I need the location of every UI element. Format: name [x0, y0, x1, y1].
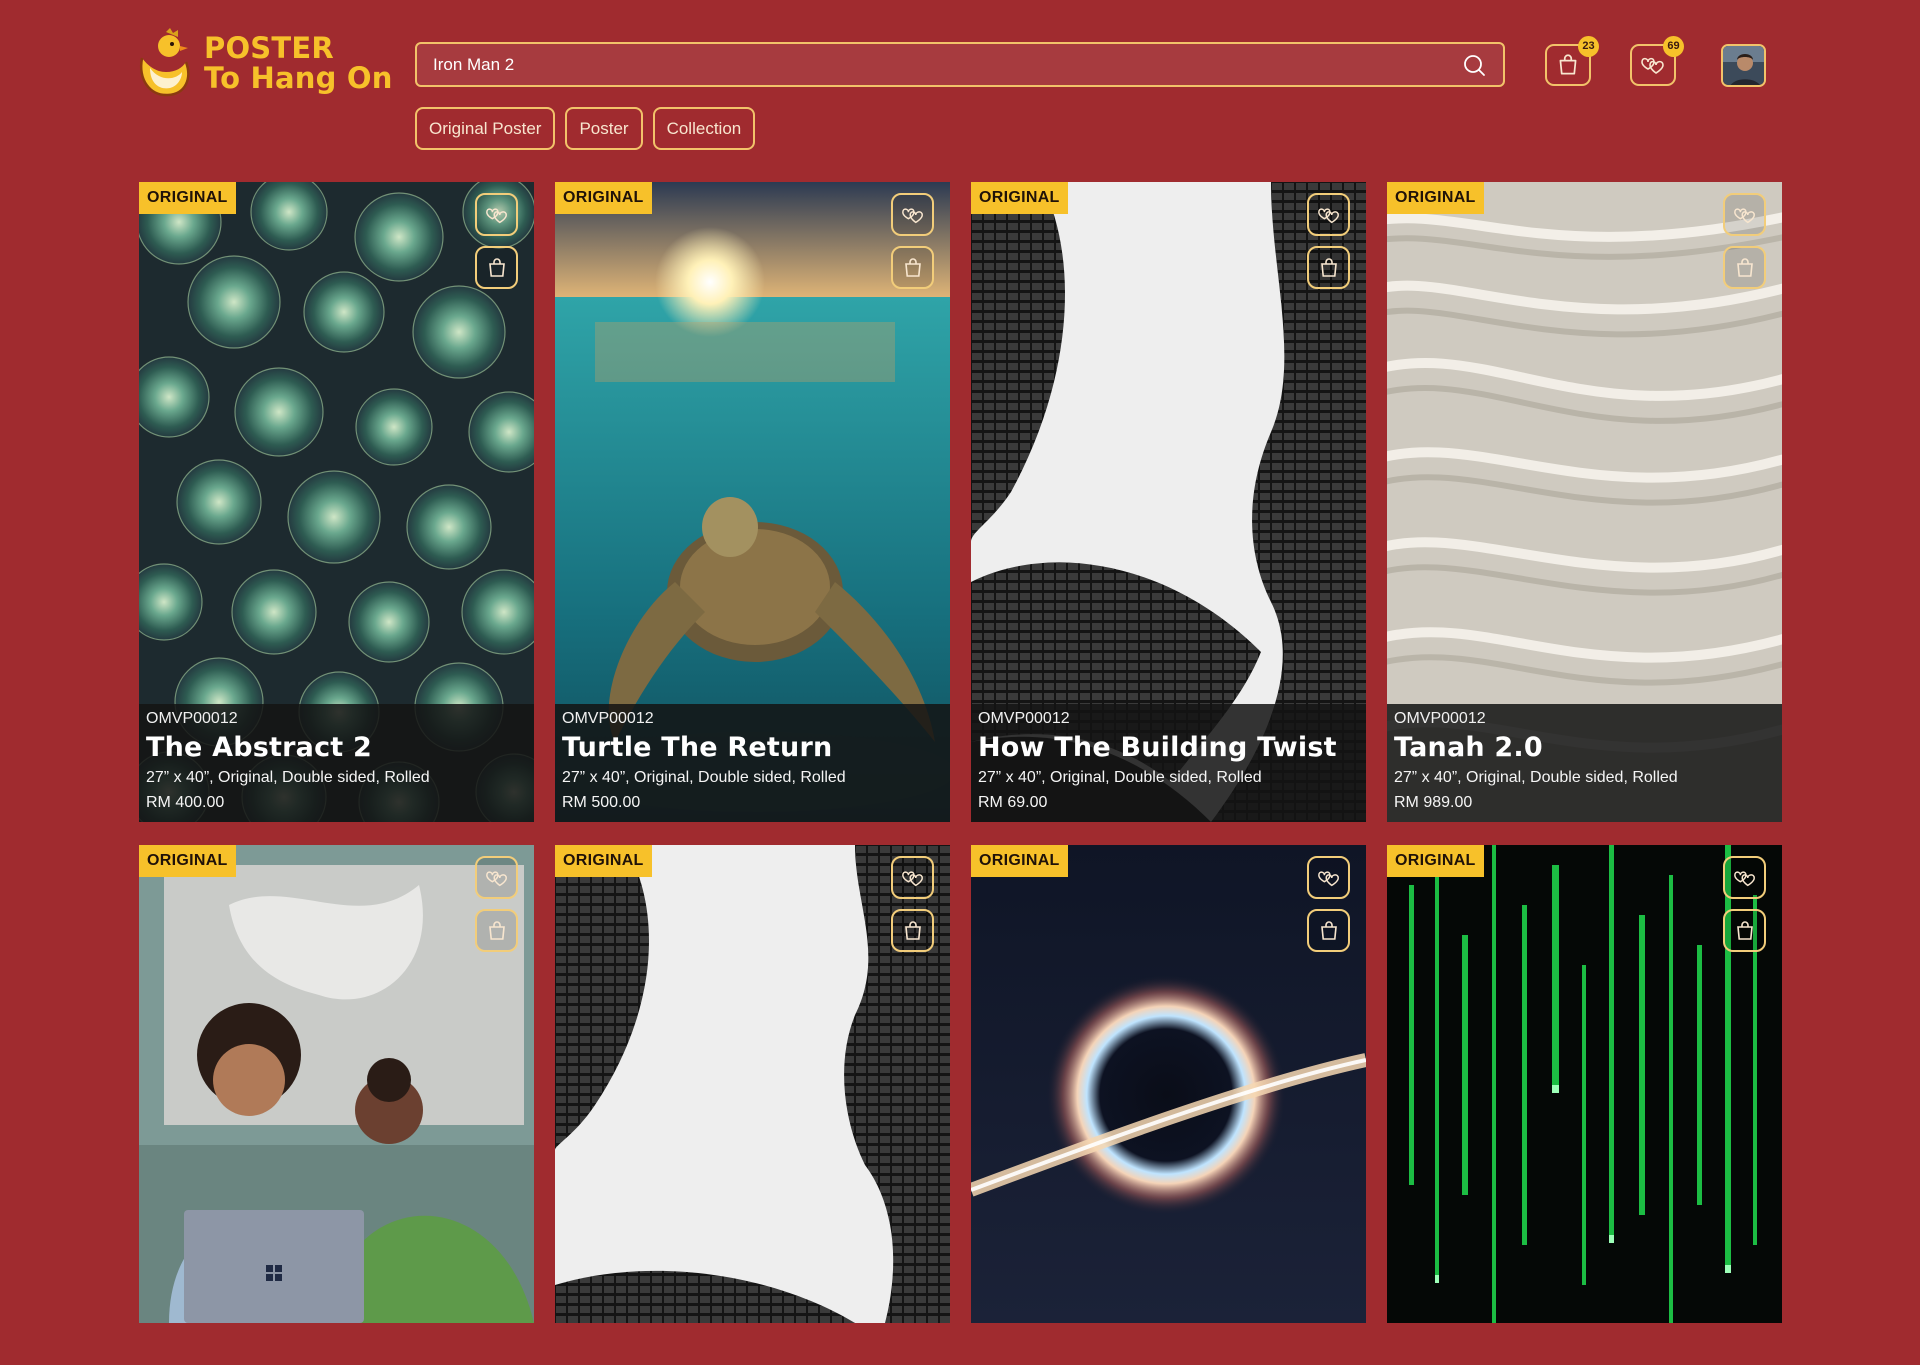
product-card[interactable]: ORIGINAL — [1387, 845, 1782, 1323]
search-bar — [415, 42, 1505, 87]
product-card[interactable]: ORIGINAL OMVP00012 How The Building Twis… — [971, 182, 1366, 822]
shopping-bag-icon — [1736, 257, 1753, 277]
product-title[interactable]: The Abstract 2 — [146, 732, 527, 763]
product-title[interactable]: How The Building Twist — [978, 732, 1359, 763]
shopping-bag-icon — [1320, 920, 1337, 940]
product-price: RM 400.00 — [146, 794, 225, 811]
add-to-cart-button[interactable] — [1307, 246, 1350, 289]
hearts-icon — [901, 207, 923, 223]
product-sku: OMVP00012 — [1394, 710, 1486, 727]
product-price: RM 69.00 — [978, 794, 1048, 811]
original-tag: ORIGINAL — [555, 845, 652, 877]
product-sku: OMVP00012 — [146, 710, 238, 727]
page: POSTER To Hang On 23 69 — [0, 0, 1920, 1365]
brand-logo[interactable]: POSTER To Hang On — [136, 28, 393, 98]
avatar-photo — [1723, 46, 1764, 85]
cart-count-badge: 23 — [1578, 36, 1599, 57]
shopping-bag-icon — [904, 920, 921, 940]
chip-poster[interactable]: Poster — [565, 107, 643, 150]
wishlist-count-badge: 69 — [1663, 36, 1684, 57]
user-avatar[interactable] — [1721, 44, 1766, 87]
product-title[interactable]: Turtle The Return — [562, 732, 943, 763]
add-to-wishlist-button[interactable] — [1307, 193, 1350, 236]
product-card[interactable]: ORIGINAL OMVP00012 Turtle The Return 27”… — [555, 182, 950, 822]
search-input[interactable] — [433, 54, 1459, 75]
product-price: RM 989.00 — [1394, 794, 1473, 811]
brand-line-2: To Hang On — [204, 61, 393, 95]
shopping-bag-icon — [1736, 920, 1753, 940]
original-tag: ORIGINAL — [971, 182, 1068, 214]
original-tag: ORIGINAL — [139, 845, 236, 877]
add-to-cart-button[interactable] — [1723, 246, 1766, 289]
product-spec: 27” x 40”, Original, Double sided, Rolle… — [562, 769, 846, 786]
product-card[interactable]: ORIGINAL — [971, 845, 1366, 1323]
product-spec: 27” x 40”, Original, Double sided, Rolle… — [1394, 769, 1678, 786]
search-icon[interactable] — [1459, 50, 1489, 80]
shopping-bag-icon — [904, 257, 921, 277]
hearts-icon — [1317, 870, 1339, 886]
wishlist-button[interactable]: 69 — [1630, 36, 1684, 86]
product-info-panel: OMVP00012 Turtle The Return 27” x 40”, O… — [555, 704, 950, 822]
shopping-bag-icon — [488, 257, 505, 277]
cart-button[interactable]: 23 — [1545, 36, 1599, 86]
shopping-bag-icon — [1320, 257, 1337, 277]
product-sku: OMVP00012 — [562, 710, 654, 727]
shopping-bag-icon — [1559, 54, 1577, 75]
add-to-cart-button[interactable] — [475, 246, 518, 289]
add-to-wishlist-button[interactable] — [475, 193, 518, 236]
shopping-bag-icon — [488, 920, 505, 940]
add-to-wishlist-button[interactable] — [1307, 856, 1350, 899]
product-info-panel: OMVP00012 How The Building Twist 27” x 4… — [971, 704, 1366, 822]
add-to-cart-button[interactable] — [475, 909, 518, 952]
add-to-wishlist-button[interactable] — [891, 856, 934, 899]
hearts-icon — [901, 870, 923, 886]
product-sku: OMVP00012 — [978, 710, 1070, 727]
hearts-icon — [1733, 207, 1755, 223]
product-spec: 27” x 40”, Original, Double sided, Rolle… — [146, 769, 430, 786]
add-to-cart-button[interactable] — [1723, 909, 1766, 952]
add-to-cart-button[interactable] — [891, 909, 934, 952]
add-to-cart-button[interactable] — [891, 246, 934, 289]
original-tag: ORIGINAL — [971, 845, 1068, 877]
original-tag: ORIGINAL — [1387, 845, 1484, 877]
original-tag: ORIGINAL — [555, 182, 652, 214]
product-spec: 27” x 40”, Original, Double sided, Rolle… — [978, 769, 1262, 786]
add-to-wishlist-button[interactable] — [891, 193, 934, 236]
original-tag: ORIGINAL — [139, 182, 236, 214]
add-to-wishlist-button[interactable] — [1723, 856, 1766, 899]
product-info-panel: OMVP00012 The Abstract 2 27” x 40”, Orig… — [139, 704, 534, 822]
hearts-icon — [485, 207, 507, 223]
chicken-logo-icon — [139, 28, 190, 97]
chip-collection[interactable]: Collection — [652, 107, 756, 150]
add-to-cart-button[interactable] — [1307, 909, 1350, 952]
brand-line-1: POSTER — [204, 31, 334, 65]
hearts-icon — [1733, 870, 1755, 886]
hearts-icon — [485, 870, 507, 886]
product-card[interactable]: ORIGINAL OMVP00012 The Abstract 2 27” x … — [139, 182, 534, 822]
product-info-panel: OMVP00012 Tanah 2.0 27” x 40”, Original,… — [1387, 704, 1782, 822]
original-tag: ORIGINAL — [1387, 182, 1484, 214]
product-card[interactable]: ORIGINAL — [555, 845, 950, 1323]
product-title[interactable]: Tanah 2.0 — [1394, 732, 1775, 763]
hearts-icon — [1317, 207, 1339, 223]
product-price: RM 500.00 — [562, 794, 641, 811]
chip-original-poster[interactable]: Original Poster — [415, 107, 556, 150]
product-card[interactable]: ORIGINAL OMVP00012 Tanah 2.0 27” x 40”, … — [1387, 182, 1782, 822]
product-card[interactable]: ORIGINAL — [139, 845, 534, 1323]
filter-chips: Original Poster Poster Collection — [415, 107, 756, 150]
add-to-wishlist-button[interactable] — [1723, 193, 1766, 236]
add-to-wishlist-button[interactable] — [475, 856, 518, 899]
hearts-icon — [1641, 57, 1664, 74]
